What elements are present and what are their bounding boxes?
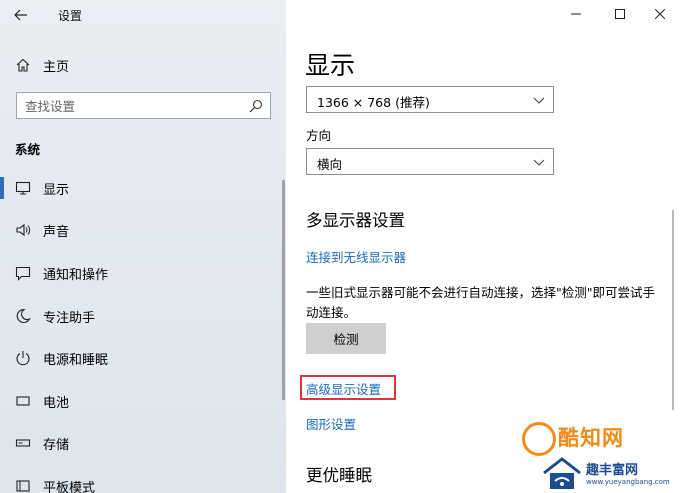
storage-icon xyxy=(15,439,31,447)
resolution-dropdown[interactable]: 1366 × 768 (推荐) xyxy=(306,86,554,113)
night-light-heading: 更优睡眠 xyxy=(306,466,372,485)
main-content: 显示 1366 × 768 (推荐) 方向 横向 多显示器设置 连接到无线显示器… xyxy=(286,0,682,493)
sidebar-item-notifications[interactable]: 通知和操作 xyxy=(0,256,286,290)
power-icon xyxy=(16,351,30,366)
sidebar-item-label: 电源和睡眠 xyxy=(43,353,109,368)
title-bar: 设置 xyxy=(0,0,286,30)
close-button[interactable] xyxy=(648,4,672,24)
back-arrow-icon xyxy=(14,9,27,21)
graphics-settings-link[interactable]: 图形设置 xyxy=(306,414,356,433)
sidebar-item-label: 通知和操作 xyxy=(43,268,109,283)
maximize-button[interactable] xyxy=(608,4,632,24)
tablet-icon xyxy=(16,480,30,492)
sidebar-item-label: 声音 xyxy=(43,225,70,240)
sidebar-item-label: 显示 xyxy=(43,183,70,198)
close-icon xyxy=(655,9,665,19)
back-button[interactable] xyxy=(10,5,32,25)
minimize-icon xyxy=(571,13,581,15)
sidebar-item-home[interactable]: 主页 xyxy=(0,50,286,80)
moon-icon xyxy=(16,308,31,323)
watermark-house-logo-icon xyxy=(543,457,581,489)
maximize-icon xyxy=(615,9,625,19)
active-indicator xyxy=(0,177,4,199)
sidebar-item-tablet-mode[interactable]: 平板模式 xyxy=(0,469,286,493)
sidebar-item-label: 电池 xyxy=(43,396,70,411)
minimize-button[interactable] xyxy=(564,4,588,24)
detect-description: 一些旧式显示器可能不会进行自动连接，选择"检测"即可尝试手动连接。 xyxy=(306,285,656,320)
search-input[interactable] xyxy=(25,97,240,115)
battery-icon xyxy=(16,396,30,406)
multi-display-heading: 多显示器设置 xyxy=(306,211,405,230)
search-icon[interactable] xyxy=(249,99,263,113)
sidebar-item-label: 主页 xyxy=(43,60,70,75)
sidebar-item-storage[interactable]: 存储 xyxy=(0,426,286,460)
orientation-label: 方向 xyxy=(306,128,332,143)
sidebar-item-battery[interactable]: 电池 xyxy=(0,384,286,418)
speaker-icon xyxy=(16,223,31,237)
sidebar-item-display[interactable]: 显示 xyxy=(0,171,286,205)
sidebar-item-label: 专注助手 xyxy=(43,311,96,326)
chevron-down-icon xyxy=(533,159,545,166)
sidebar-item-sound[interactable]: 声音 xyxy=(0,213,286,247)
watermark-brand: 酷知网 xyxy=(558,426,624,450)
search-box[interactable] xyxy=(16,92,271,119)
watermark-brand-2: 趣丰富网 xyxy=(586,463,639,478)
message-icon xyxy=(15,266,31,281)
sidebar-item-power-sleep[interactable]: 电源和睡眠 xyxy=(0,341,286,375)
main-scrollbar[interactable] xyxy=(672,210,674,410)
watermark-url: www.yueyangbang.com xyxy=(586,478,670,486)
sidebar-item-label: 平板模式 xyxy=(43,481,96,493)
home-icon xyxy=(16,58,30,72)
sidebar-item-focus-assist[interactable]: 专注助手 xyxy=(0,299,286,333)
sidebar-scrollbar[interactable] xyxy=(282,180,285,400)
connect-wireless-display-link[interactable]: 连接到无线显示器 xyxy=(306,247,406,266)
sidebar-item-label: 存储 xyxy=(43,438,70,453)
resolution-value: 1366 × 768 (推荐) xyxy=(317,95,430,110)
watermark-logo-icon xyxy=(522,422,556,456)
detect-button[interactable]: 检测 xyxy=(306,323,386,354)
app-title: 设置 xyxy=(58,9,83,23)
section-label: 系统 xyxy=(15,142,41,157)
chevron-down-icon xyxy=(533,97,545,104)
orientation-value: 横向 xyxy=(317,157,343,172)
advanced-display-settings-link[interactable]: 高级显示设置 xyxy=(306,379,381,398)
page-title: 显示 xyxy=(305,51,356,80)
orientation-dropdown[interactable]: 横向 xyxy=(306,148,554,175)
sidebar: 设置 主页 系统 显示 声音 通知和操作 专注助手 电源和睡眠 电池 存储 xyxy=(0,0,286,493)
monitor-icon xyxy=(15,181,31,195)
